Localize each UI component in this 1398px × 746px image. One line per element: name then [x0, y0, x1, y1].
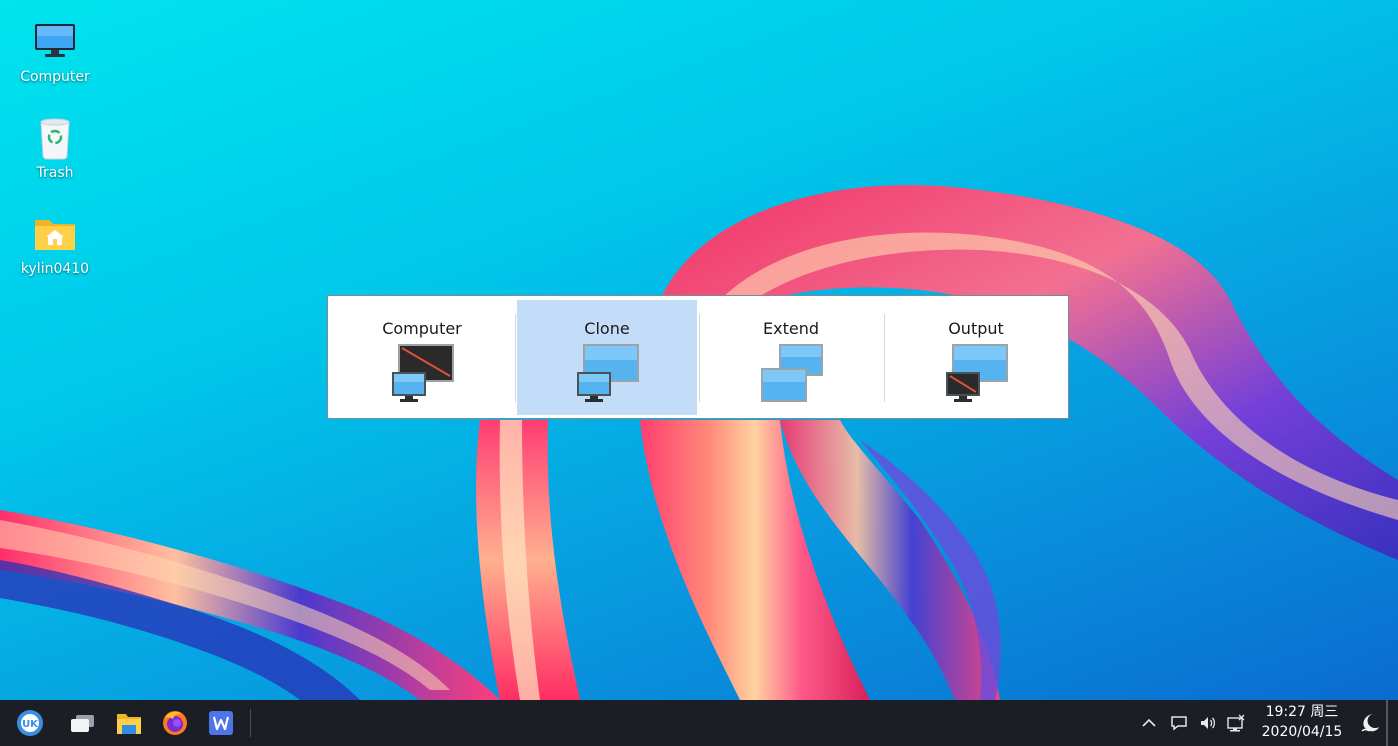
- mode-label: Extend: [763, 319, 819, 338]
- mode-separator: [884, 314, 885, 402]
- wps-writer-button[interactable]: [206, 708, 236, 738]
- output-only-mode-icon: [946, 344, 1008, 402]
- computer-icon: [31, 18, 79, 66]
- desktop: Computer Trash kylin0410 Computer Clone …: [0, 0, 1398, 700]
- file-manager-button[interactable]: [114, 708, 144, 738]
- clock-time: 19:27 周三: [1265, 704, 1339, 720]
- computer-only-mode-icon: [392, 344, 454, 402]
- mode-separator: [515, 314, 516, 402]
- svg-text:UK: UK: [22, 719, 39, 730]
- extend-mode-icon: [761, 344, 823, 402]
- night-mode-button[interactable]: [1359, 711, 1383, 735]
- trash-icon: [31, 114, 79, 162]
- taskbar: UK 19:27 周三 2020/04/15: [0, 700, 1398, 746]
- notifications-button[interactable]: [1169, 713, 1189, 733]
- chat-bubble-icon: [1171, 716, 1187, 731]
- volume-icon: [1201, 717, 1216, 729]
- night-mode-icon: [1361, 714, 1379, 732]
- desktop-icon-label: Trash: [36, 165, 74, 181]
- mode-label: Clone: [584, 319, 630, 338]
- network-button[interactable]: [1226, 713, 1246, 733]
- mode-output[interactable]: Output: [886, 300, 1066, 415]
- mode-label: Output: [948, 319, 1004, 338]
- tray-expand-icon: [1142, 718, 1156, 727]
- tray-expand-button[interactable]: [1139, 713, 1159, 733]
- desktop-icon-computer[interactable]: Computer: [10, 18, 100, 86]
- firefox-icon: [163, 711, 187, 735]
- show-desktop-button[interactable]: [1386, 700, 1388, 746]
- wps-writer-icon: [209, 711, 233, 735]
- kylin-start-icon: UK: [17, 710, 43, 736]
- volume-button[interactable]: [1198, 713, 1218, 733]
- desktop-icon-label: kylin0410: [20, 261, 90, 277]
- mode-clone[interactable]: Clone: [517, 300, 697, 415]
- desktop-icon-home-folder[interactable]: kylin0410: [10, 210, 100, 278]
- network-icon: [1227, 714, 1245, 732]
- start-menu-button[interactable]: UK: [15, 708, 45, 738]
- desktop-icon-trash[interactable]: Trash: [10, 114, 100, 182]
- mode-separator: [699, 314, 700, 402]
- mode-extend[interactable]: Extend: [701, 300, 881, 415]
- desktop-icon-label: Computer: [20, 69, 90, 85]
- clock-date: 2020/04/15: [1261, 724, 1343, 740]
- multitask-view-button[interactable]: [68, 708, 98, 738]
- clone-mode-icon: [577, 344, 639, 402]
- display-mode-switcher: Computer Clone Extend Output: [327, 295, 1069, 419]
- mode-label: Computer: [382, 319, 462, 338]
- clock[interactable]: 19:27 周三 2020/04/15: [1254, 702, 1350, 742]
- home-folder-icon: [31, 210, 79, 258]
- mode-computer[interactable]: Computer: [332, 300, 512, 415]
- firefox-button[interactable]: [160, 708, 190, 738]
- multitask-view-icon: [71, 715, 94, 732]
- taskbar-divider: [250, 709, 251, 737]
- file-manager-icon: [117, 714, 141, 734]
